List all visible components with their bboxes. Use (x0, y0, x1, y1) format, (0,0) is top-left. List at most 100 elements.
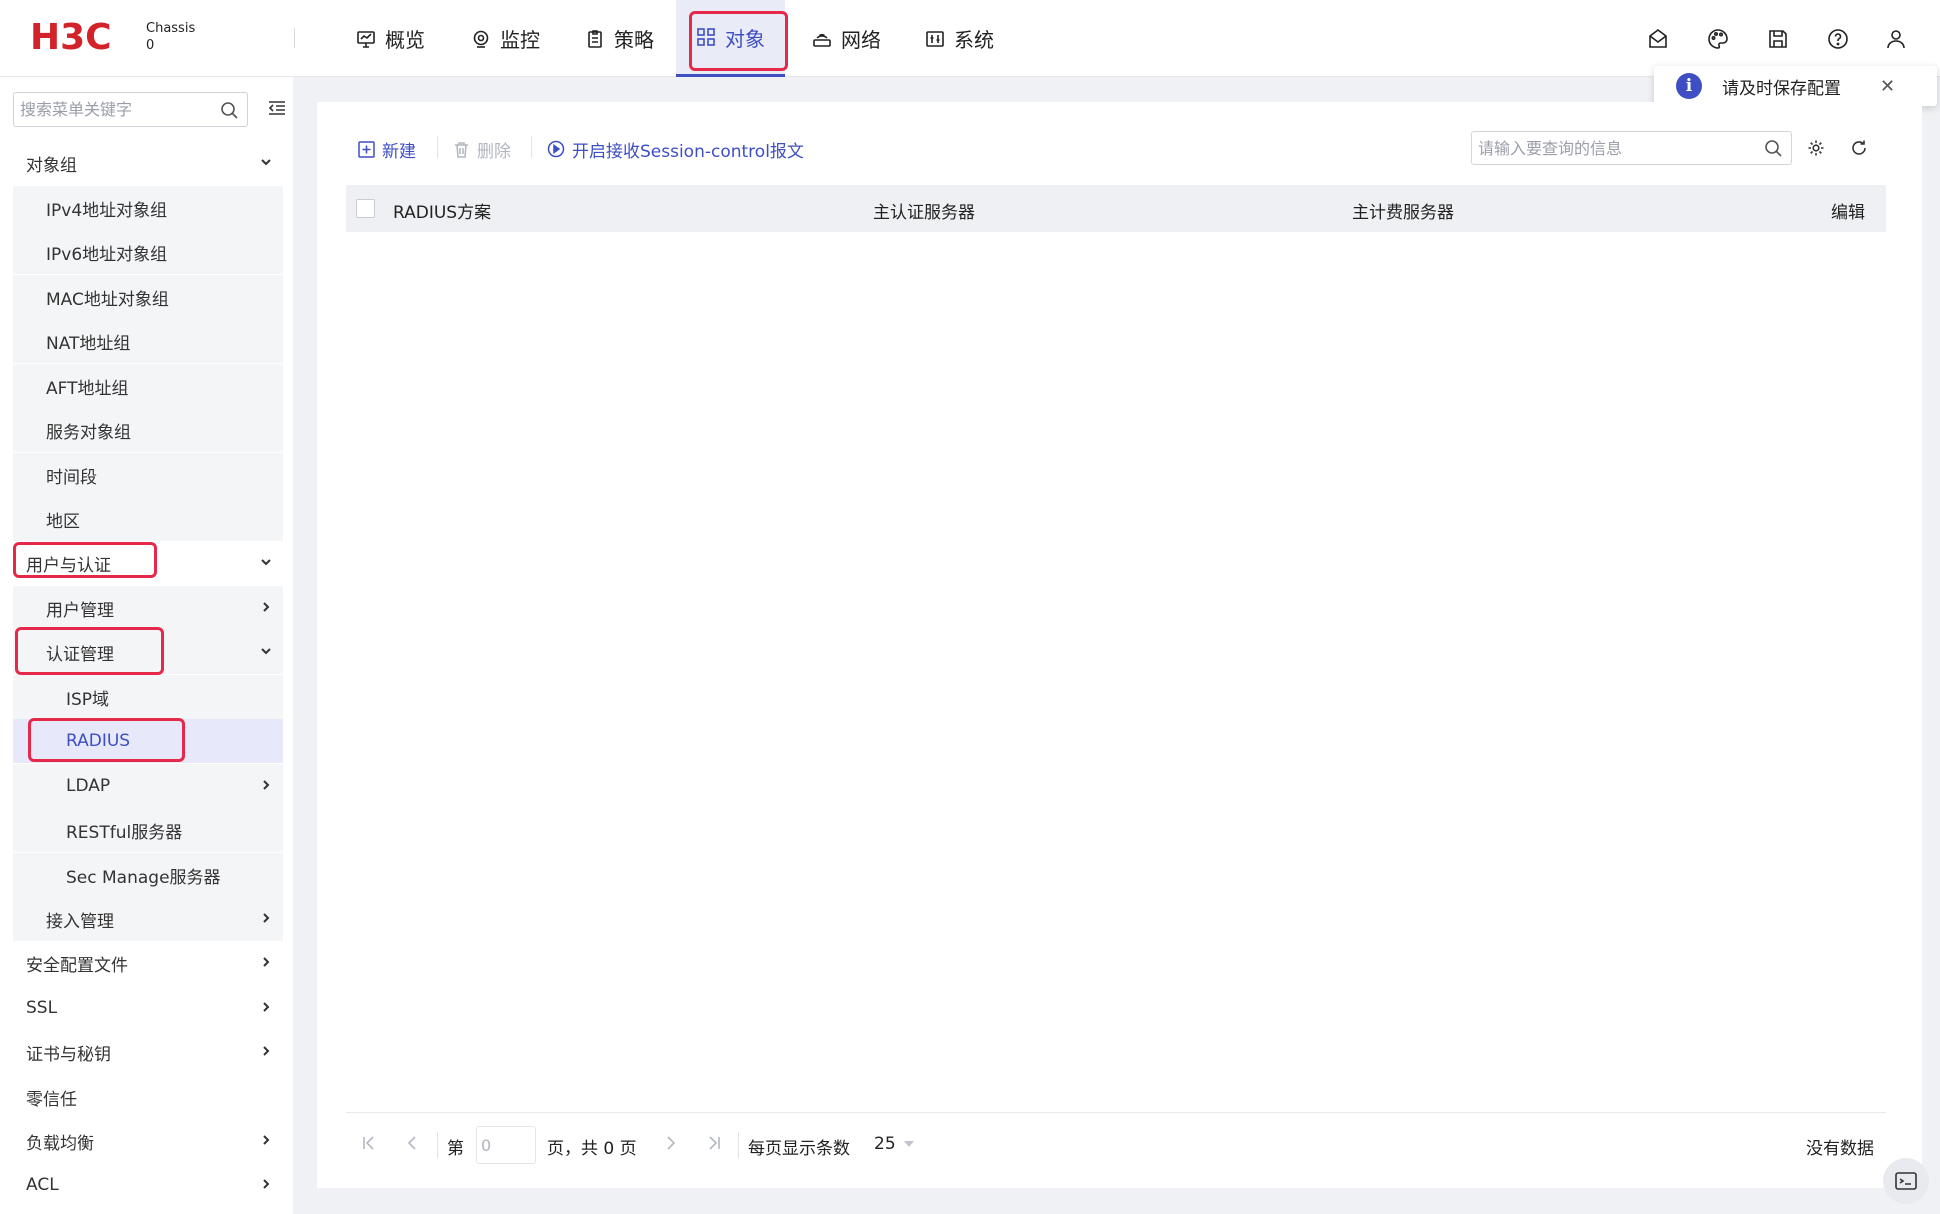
tab-overview-label: 概览 (385, 28, 425, 52)
menu-item-region[interactable]: 地区 (13, 497, 283, 541)
next-page-icon[interactable] (662, 1134, 678, 1152)
menu-item-ssl[interactable]: SSL (13, 986, 283, 1030)
svg-text:H3C: H3C (30, 18, 112, 54)
user-icon[interactable] (1882, 25, 1910, 53)
menu-item-label: AFT地址组 (46, 378, 129, 399)
palette-icon[interactable] (1704, 25, 1732, 53)
new-button-label: 新建 (382, 141, 416, 162)
last-page-icon[interactable] (706, 1134, 722, 1152)
menu-item-isp-domain[interactable]: ISP域 (13, 675, 283, 719)
trash-icon (453, 141, 470, 158)
menu-item-zero-trust[interactable]: 零信任 (13, 1075, 283, 1119)
tab-system-label: 系统 (954, 28, 994, 52)
content-panel (317, 102, 1922, 1188)
menu-item-label: 接入管理 (46, 911, 114, 932)
chevron-down-icon (259, 555, 273, 569)
tab-network[interactable]: 网络 (792, 0, 901, 77)
per-page-label: 每页显示条数 (748, 1139, 850, 1159)
menu-item-acl[interactable]: ACL (13, 1163, 283, 1207)
chevron-right-icon (259, 911, 273, 925)
terminal-button[interactable] (1883, 1158, 1929, 1204)
menu-search-box (13, 92, 248, 127)
menu-item-label: 服务对象组 (46, 422, 131, 443)
menu-item-label: 负载均衡 (26, 1133, 94, 1154)
tab-system[interactable]: 系统 (905, 0, 1014, 77)
menu-item-label: 地区 (46, 511, 80, 532)
first-page-icon[interactable] (361, 1134, 377, 1152)
menu-item-ipv4-group[interactable]: IPv4地址对象组 (13, 186, 283, 230)
chassis-number: 0 (146, 38, 155, 53)
menu-item-label: ACL (26, 1175, 59, 1195)
prev-page-icon[interactable] (405, 1134, 421, 1152)
tab-policy[interactable]: 策略 (565, 0, 674, 77)
menu-item-ipv6-group[interactable]: IPv6地址对象组 (13, 230, 283, 274)
new-button[interactable]: 新建 (358, 136, 416, 162)
menu-item-label: 证书与秘钥 (26, 1044, 111, 1065)
play-circle-icon (547, 140, 565, 158)
collapse-sidebar-icon[interactable] (268, 100, 286, 116)
menu-item-label: NAT地址组 (46, 333, 131, 354)
menu-item-user-mgmt[interactable]: 用户管理 (13, 586, 283, 630)
menu-item-service-group[interactable]: 服务对象组 (13, 408, 283, 452)
search-icon[interactable] (1764, 139, 1783, 158)
table-search-box (1471, 131, 1792, 165)
menu-item-object-groups[interactable]: 对象组 (13, 141, 283, 185)
menu-item-access-mgmt[interactable]: 接入管理 (13, 897, 283, 941)
menu-item-sec-manage-server[interactable]: Sec Manage服务器 (13, 853, 283, 897)
save-icon[interactable] (1764, 25, 1792, 53)
tab-monitor[interactable]: 监控 (451, 0, 560, 77)
clipboard-icon (585, 29, 605, 49)
pager-total: 页，共 0 页 (547, 1139, 637, 1159)
menu-item-security-profile[interactable]: 安全配置文件 (13, 941, 283, 985)
toolbar-divider (437, 136, 438, 158)
menu-item-mac-group[interactable]: MAC地址对象组 (13, 275, 283, 319)
location-eye-icon (471, 29, 491, 49)
menu-item-ldap[interactable]: LDAP (13, 764, 283, 808)
per-page-value: 25 (874, 1134, 896, 1154)
page-number-box (476, 1126, 536, 1164)
chevron-right-icon (259, 955, 273, 969)
delete-button[interactable]: 删除 (453, 136, 511, 162)
search-icon[interactable] (220, 101, 239, 120)
col-radius-scheme[interactable]: RADIUS方案 (393, 198, 491, 223)
highlight-radius (28, 718, 185, 762)
pager-divider (346, 1112, 1886, 1113)
per-page-select[interactable]: 25 (874, 1134, 915, 1154)
refresh-icon[interactable] (1849, 138, 1869, 158)
select-all-checkbox[interactable] (356, 199, 375, 218)
help-icon[interactable] (1824, 25, 1852, 53)
system-panel-icon (925, 29, 945, 49)
highlight-user-auth (13, 542, 157, 578)
chevron-right-icon (259, 778, 273, 792)
plus-square-icon (358, 140, 375, 158)
menu-item-load-balance[interactable]: 负载均衡 (13, 1119, 283, 1163)
menu-item-aft-group[interactable]: AFT地址组 (13, 364, 283, 408)
col-primary-acct-server[interactable]: 主计费服务器 (1352, 198, 1454, 223)
menu-item-label: 用户管理 (46, 600, 114, 621)
enable-session-control-button[interactable]: 开启接收Session-control报文 (547, 136, 804, 162)
toast-message: 请及时保存配置 (1722, 78, 1841, 99)
menu-search-input[interactable] (14, 93, 214, 126)
chevron-right-icon (259, 1000, 273, 1014)
close-icon[interactable]: ✕ (1880, 76, 1895, 97)
menu-item-label: MAC地址对象组 (46, 289, 169, 310)
menu-item-label: ISP域 (66, 689, 110, 710)
terminal-icon (1894, 1170, 1918, 1192)
highlight-auth-mgmt (15, 627, 164, 675)
mail-icon[interactable] (1644, 25, 1672, 53)
menu-item-label: IPv4地址对象组 (46, 200, 168, 221)
menu-item-nat-group[interactable]: NAT地址组 (13, 319, 283, 363)
col-primary-auth-server[interactable]: 主认证服务器 (873, 198, 975, 223)
menu-item-time-range[interactable]: 时间段 (13, 453, 283, 497)
table-header: RADIUS方案 主认证服务器 主计费服务器 编辑 (346, 185, 1886, 232)
menu-item-restful-server[interactable]: RESTful服务器 (13, 808, 283, 852)
chevron-down-icon (259, 155, 273, 169)
settings-gear-icon[interactable] (1806, 138, 1826, 158)
page-number-input[interactable] (477, 1127, 535, 1163)
chevron-right-icon (259, 1044, 273, 1058)
menu-item-cert-key[interactable]: 证书与秘钥 (13, 1030, 283, 1074)
tab-overview[interactable]: 概览 (336, 0, 445, 77)
col-edit: 编辑 (1831, 203, 1865, 223)
delete-button-label: 删除 (477, 141, 511, 162)
table-search-input[interactable] (1472, 132, 1752, 164)
